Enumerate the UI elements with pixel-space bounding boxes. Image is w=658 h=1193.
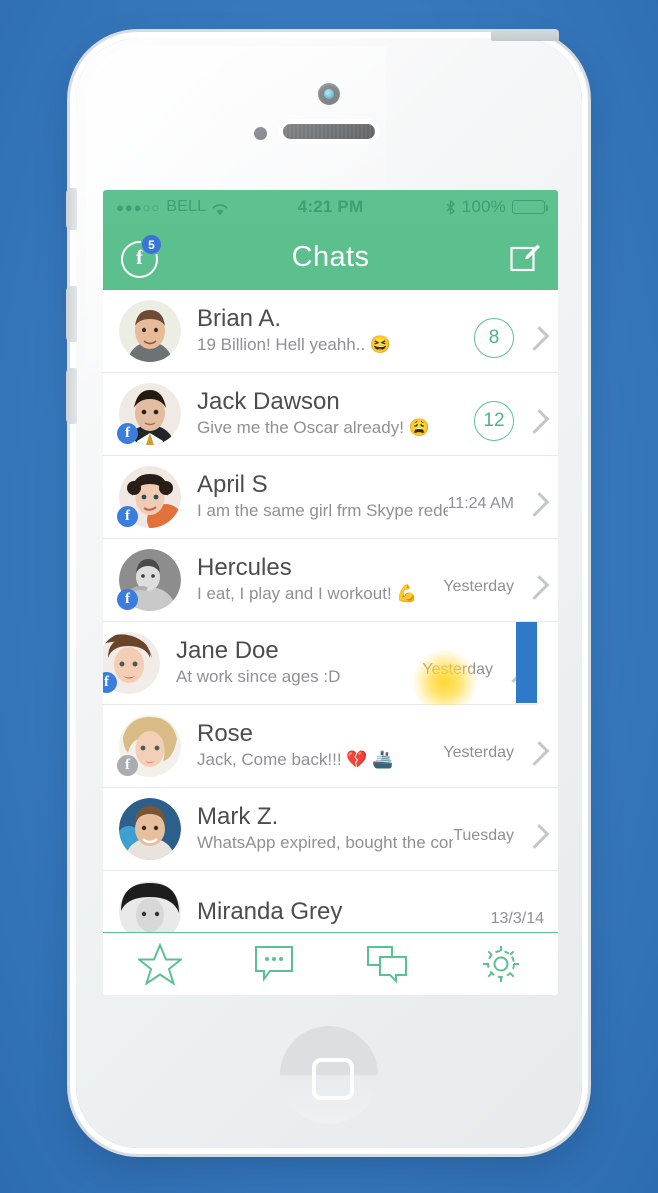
swipe-action-button[interactable]: ll xyxy=(516,622,537,703)
chat-list[interactable]: Brian A. 19 Billion! Hell yeahh.. 😆 8 f … xyxy=(103,290,558,995)
home-button[interactable] xyxy=(280,1026,378,1124)
facebook-presence-badge: f xyxy=(117,589,138,610)
gear-icon xyxy=(483,946,520,982)
facebook-presence-badge: f xyxy=(117,755,138,776)
chat-bubble-dots-icon xyxy=(254,946,293,982)
avatar: f xyxy=(117,715,181,777)
row-meta: Tuesday xyxy=(453,788,550,870)
timestamp: 13/3/14 xyxy=(490,910,544,927)
contact-name: Jane Doe xyxy=(176,637,279,664)
chat-row-jack-dawson[interactable]: f Jack Dawson Give me the Oscar already!… xyxy=(103,373,558,456)
last-message: I eat, I play and I workout! 💪 xyxy=(197,584,418,603)
row-meta: Yesterday xyxy=(443,705,550,787)
contact-name: Hercules xyxy=(197,554,292,581)
battery-full-icon xyxy=(512,200,548,214)
avatar xyxy=(119,798,181,860)
unread-badge: 12 xyxy=(474,401,514,441)
row-meta: 12 xyxy=(474,373,550,455)
signal-strength-icon: ●●●○○ xyxy=(116,199,161,215)
contact-name: Rose xyxy=(197,720,254,747)
timestamp: Tuesday xyxy=(453,827,514,844)
chevron-right-icon[interactable] xyxy=(524,408,550,434)
double-chat-bubble-icon xyxy=(367,946,408,983)
chat-row-content: Brian A. 19 Billion! Hell yeahh.. 😆 xyxy=(197,305,474,357)
last-message: At work since ages :D xyxy=(176,667,341,686)
timestamp: Yesterday xyxy=(422,661,493,678)
chat-row-content: Mark Z. WhatsApp expired, bought the com… xyxy=(197,803,453,855)
front-camera-icon xyxy=(318,83,340,105)
last-message: WhatsApp expired, bought the company xyxy=(197,833,453,852)
last-message: Give me the Oscar already! 😩 xyxy=(197,418,430,437)
chat-row-rose[interactable]: f Rose Jack, Come back!!! 💔 🚢 Yesterday xyxy=(103,705,558,788)
row-meta: 11:24 AM xyxy=(447,456,550,538)
chat-row-brian-a[interactable]: Brian A. 19 Billion! Hell yeahh.. 😆 8 xyxy=(103,290,558,373)
chat-row-content: Rose Jack, Come back!!! 💔 🚢 xyxy=(197,720,443,772)
battery-percent-label: 100% xyxy=(461,197,506,216)
chat-row-hercules[interactable]: f Hercules I eat, I play and I workout! … xyxy=(103,539,558,622)
wifi-icon xyxy=(212,201,228,215)
facebook-button[interactable]: f 5 xyxy=(119,235,163,279)
home-square-icon xyxy=(312,1058,354,1100)
avatar xyxy=(119,300,181,362)
nav-bar: f 5 Chats xyxy=(103,224,558,290)
tab-recent[interactable] xyxy=(217,945,331,983)
contact-name: April S xyxy=(197,471,268,498)
contact-name: Brian A. xyxy=(197,305,282,332)
status-bar: ●●●○○ BELL 4:21 PM 100% xyxy=(103,190,558,224)
facebook-presence-badge: f xyxy=(117,506,138,527)
compose-button[interactable] xyxy=(508,240,542,274)
avatar: f xyxy=(117,549,181,611)
volume-up-button[interactable] xyxy=(66,286,77,342)
contact-name: Jack Dawson xyxy=(197,388,340,415)
tab-bar xyxy=(103,932,558,995)
last-message: Jack, Come back!!! 💔 🚢 xyxy=(197,750,394,769)
timestamp: Yesterday xyxy=(443,744,514,761)
chevron-right-icon[interactable] xyxy=(524,740,550,766)
chat-row-jane-doe[interactable]: f Jane Doe At work since ages :D Yesterd… xyxy=(103,622,537,714)
phone-device: ●●●○○ BELL 4:21 PM 100% f 5 Chats Brian … xyxy=(66,29,582,1148)
compose-icon xyxy=(510,244,540,272)
avatar: f xyxy=(117,383,181,445)
mute-switch[interactable] xyxy=(66,188,77,230)
row-meta: Yesterday xyxy=(443,539,550,621)
avatar: f xyxy=(103,632,160,694)
unread-badge: 8 xyxy=(474,318,514,358)
proximity-sensor-icon xyxy=(254,127,267,140)
chat-row-april-s[interactable]: f April S I am the same girl frm Skype r… xyxy=(103,456,558,539)
screenshot-stage: ●●●○○ BELL 4:21 PM 100% f 5 Chats Brian … xyxy=(0,0,658,1193)
last-message: I am the same girl frm Skype redesign! xyxy=(197,501,448,520)
chat-row-content: April S I am the same girl frm Skype red… xyxy=(197,471,448,523)
contact-name: Mark Z. xyxy=(197,803,279,830)
page-title: Chats xyxy=(291,240,370,273)
chat-row-content: Jane Doe At work since ages :D xyxy=(176,637,422,689)
chat-row-content: Hercules I eat, I play and I workout! 💪 xyxy=(197,554,443,606)
contact-name: Miranda Grey xyxy=(197,898,343,925)
chevron-right-icon[interactable] xyxy=(524,574,550,600)
volume-down-button[interactable] xyxy=(66,368,77,424)
facebook-badge-count: 5 xyxy=(142,235,161,254)
facebook-presence-badge: f xyxy=(117,423,138,444)
avatar: f xyxy=(117,466,181,528)
clock-label: 4:21 PM xyxy=(297,197,364,216)
earpiece-speaker xyxy=(283,124,375,139)
bluetooth-icon xyxy=(445,199,456,215)
chat-row-content: Jack Dawson Give me the Oscar already! 😩 xyxy=(197,388,474,440)
carrier-label: BELL xyxy=(166,198,207,215)
power-button[interactable] xyxy=(491,29,559,41)
timestamp: 11:24 AM xyxy=(447,495,514,512)
chevron-right-icon[interactable] xyxy=(524,325,550,351)
tab-chats[interactable] xyxy=(331,945,445,983)
chat-row-content: Miranda Grey xyxy=(197,898,491,926)
chat-row-mark-z[interactable]: Mark Z. WhatsApp expired, bought the com… xyxy=(103,788,558,871)
phone-screen: ●●●○○ BELL 4:21 PM 100% f 5 Chats Brian … xyxy=(103,190,558,995)
timestamp: Yesterday xyxy=(443,578,514,595)
tab-favorites[interactable] xyxy=(103,943,217,985)
star-icon xyxy=(137,943,182,985)
row-meta: 8 xyxy=(474,290,550,372)
chevron-right-icon[interactable] xyxy=(524,823,550,849)
last-message: 19 Billion! Hell yeahh.. 😆 xyxy=(197,335,392,354)
chevron-right-icon[interactable] xyxy=(524,491,550,517)
tab-settings[interactable] xyxy=(444,943,558,985)
row-meta: Yesterday xyxy=(422,622,529,704)
